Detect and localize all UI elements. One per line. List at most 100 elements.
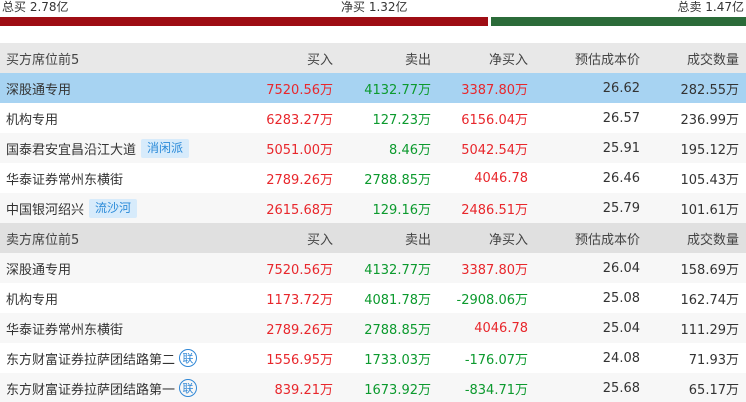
seat-name[interactable]: 深股通专用 bbox=[6, 79, 71, 98]
trader-alias-tag[interactable]: 流沙河 bbox=[89, 198, 138, 218]
cost-price: 26.62 bbox=[602, 80, 640, 96]
sell-amount: 4081.78万 bbox=[364, 292, 431, 308]
header-sell-amount[interactable]: 卖出 bbox=[405, 223, 431, 253]
net-amount: 4046.78 bbox=[474, 170, 528, 186]
header-sell-seats: 卖方席位前5 bbox=[6, 232, 80, 248]
header-buy-seats: 买方席位前5 bbox=[6, 52, 80, 68]
seat-name[interactable]: 机构专用 bbox=[6, 289, 58, 308]
trade-volume: 158.69万 bbox=[680, 262, 740, 278]
net-amount: 6156.04万 bbox=[461, 112, 528, 128]
seat-name-cell[interactable]: 华泰证券常州东横街 bbox=[6, 313, 123, 343]
cost-price: 26.04 bbox=[602, 260, 640, 276]
seat-name-cell[interactable]: 东方财富证券拉萨团结路第二联 bbox=[6, 343, 198, 373]
seat-name-cell[interactable]: 机构专用 bbox=[6, 103, 58, 133]
seat-name-cell[interactable]: 机构专用 bbox=[6, 283, 58, 313]
net-amount: 3387.80万 bbox=[461, 262, 528, 278]
trade-volume: 111.29万 bbox=[680, 322, 740, 338]
table-row[interactable]: 华泰证券常州东横街 2789.26万 2788.85万 4046.78 26.46 105… bbox=[0, 163, 746, 193]
sell-section-header: 卖方席位前5 买入 卖出 净买入 预估成本价 成交数量 bbox=[0, 223, 746, 253]
buy-amount: 1556.95万 bbox=[266, 352, 333, 368]
cost-price: 25.68 bbox=[602, 380, 640, 396]
seat-name-cell[interactable]: 东方财富证券拉萨团结路第一联 bbox=[6, 373, 198, 402]
seat-name[interactable]: 华泰证券常州东横街 bbox=[6, 319, 123, 338]
sell-amount: 1733.03万 bbox=[364, 352, 431, 368]
header-cost-price[interactable]: 预估成本价 bbox=[575, 223, 640, 253]
table-row[interactable]: 东方财富证券拉萨团结路第一联 839.21万 1673.92万 -834.71万 25.… bbox=[0, 373, 746, 402]
trade-volume: 105.43万 bbox=[680, 172, 740, 188]
sell-amount: 4132.77万 bbox=[364, 82, 431, 98]
buy-seat-rows: 深股通专用 7520.56万 4132.77万 3387.80万 26.62 282.55… bbox=[0, 73, 746, 223]
header-net-amount[interactable]: 净买入 bbox=[489, 223, 528, 253]
seat-name-cell[interactable]: 深股通专用 bbox=[6, 73, 71, 103]
cost-price: 25.08 bbox=[602, 290, 640, 306]
sell-amount: 8.46万 bbox=[389, 142, 431, 158]
buy-amount: 6283.27万 bbox=[266, 112, 333, 128]
seat-name[interactable]: 东方财富证券拉萨团结路第二 bbox=[6, 349, 175, 368]
trade-volume: 282.55万 bbox=[680, 82, 740, 98]
seat-name-cell[interactable]: 中国银河绍兴 流沙河 bbox=[6, 193, 138, 223]
header-buy-amount[interactable]: 买入 bbox=[307, 223, 333, 253]
net-amount: 3387.80万 bbox=[461, 82, 528, 98]
header-sell-amount[interactable]: 卖出 bbox=[405, 43, 431, 73]
cost-price: 26.46 bbox=[602, 170, 640, 186]
linked-seat-icon[interactable]: 联 bbox=[179, 349, 198, 367]
net-buy-label: 净买 1.32亿 bbox=[341, 0, 408, 14]
trade-volume: 65.17万 bbox=[688, 382, 739, 398]
buy-section-header: 买方席位前5 买入 卖出 净买入 预估成本价 成交数量 bbox=[0, 43, 746, 73]
sell-amount: 1673.92万 bbox=[364, 382, 431, 398]
header-buy-amount[interactable]: 买入 bbox=[307, 43, 333, 73]
seat-name[interactable]: 东方财富证券拉萨团结路第一 bbox=[6, 379, 175, 398]
table-row[interactable]: 中国银河绍兴 流沙河 2615.68万 129.16万 2486.51万 25.79 101… bbox=[0, 193, 746, 223]
header-volume[interactable]: 成交数量 bbox=[687, 43, 739, 73]
seat-name[interactable]: 机构专用 bbox=[6, 109, 58, 128]
seat-name-cell[interactable]: 华泰证券常州东横街 bbox=[6, 163, 123, 193]
net-amount: -176.07万 bbox=[464, 352, 528, 368]
net-amount: -834.71万 bbox=[464, 382, 528, 398]
table-row[interactable]: 深股通专用 7520.56万 4132.77万 3387.80万 26.04 158.69… bbox=[0, 253, 746, 283]
table-row[interactable]: 机构专用 6283.27万 127.23万 6156.04万 26.57 236.99万 bbox=[0, 103, 746, 133]
sell-amount: 127.23万 bbox=[372, 112, 432, 128]
seat-name[interactable]: 深股通专用 bbox=[6, 259, 71, 278]
trade-volume: 162.74万 bbox=[680, 292, 740, 308]
sell-seat-rows: 深股通专用 7520.56万 4132.77万 3387.80万 26.04 158.69… bbox=[0, 253, 746, 402]
buy-amount: 5051.00万 bbox=[266, 142, 333, 158]
header-cost-price[interactable]: 预估成本价 bbox=[575, 43, 640, 73]
table-row[interactable]: 国泰君安宜昌沿江大道 消闲派 5051.00万 8.46万 5042.54万 25.91 1… bbox=[0, 133, 746, 163]
seat-name-cell[interactable]: 国泰君安宜昌沿江大道 消闲派 bbox=[6, 133, 190, 163]
total-buy-label: 总买 2.78亿 bbox=[2, 0, 69, 14]
cost-price: 25.04 bbox=[602, 320, 640, 336]
table-row[interactable]: 东方财富证券拉萨团结路第二联 1556.95万 1733.03万 -176.07万 24… bbox=[0, 343, 746, 373]
cost-price: 24.08 bbox=[602, 350, 640, 366]
trade-volume: 195.12万 bbox=[680, 142, 740, 158]
seat-name[interactable]: 国泰君安宜昌沿江大道 bbox=[6, 139, 136, 158]
ratio-bar-buy-segment bbox=[0, 17, 488, 26]
net-amount: -2908.06万 bbox=[456, 292, 528, 308]
net-amount: 2486.51万 bbox=[461, 202, 528, 218]
trade-summary: 总买 2.78亿 净买 1.32亿 总卖 1.47亿 bbox=[0, 0, 746, 17]
cost-price: 26.57 bbox=[602, 110, 640, 126]
header-volume[interactable]: 成交数量 bbox=[687, 223, 739, 253]
seat-name[interactable]: 华泰证券常州东横街 bbox=[6, 169, 123, 188]
sell-amount: 2788.85万 bbox=[364, 322, 431, 338]
trade-volume: 236.99万 bbox=[680, 112, 740, 128]
table-row[interactable]: 华泰证券常州东横街 2789.26万 2788.85万 4046.78 25.04 111… bbox=[0, 313, 746, 343]
seat-name[interactable]: 中国银河绍兴 bbox=[6, 199, 84, 218]
net-amount: 4046.78 bbox=[474, 320, 528, 336]
table-row[interactable]: 深股通专用 7520.56万 4132.77万 3387.80万 26.62 282.55… bbox=[0, 73, 746, 103]
header-net-amount[interactable]: 净买入 bbox=[489, 43, 528, 73]
trader-alias-tag[interactable]: 消闲派 bbox=[141, 138, 190, 158]
buy-amount: 2789.26万 bbox=[266, 322, 333, 338]
seat-table: 买方席位前5 买入 卖出 净买入 预估成本价 成交数量 深股通专用 7520.56… bbox=[0, 43, 746, 402]
buy-sell-ratio-bar bbox=[0, 17, 746, 26]
buy-amount: 7520.56万 bbox=[266, 262, 333, 278]
net-amount: 5042.54万 bbox=[461, 142, 528, 158]
linked-seat-icon[interactable]: 联 bbox=[179, 379, 198, 397]
sell-amount: 129.16万 bbox=[372, 202, 432, 218]
table-row[interactable]: 机构专用 1173.72万 4081.78万 -2908.06万 25.08 162.74… bbox=[0, 283, 746, 313]
ratio-bar-sell-segment bbox=[490, 17, 746, 26]
sell-amount: 2788.85万 bbox=[364, 172, 431, 188]
trade-volume: 71.93万 bbox=[688, 352, 739, 368]
sell-amount: 4132.77万 bbox=[364, 262, 431, 278]
trade-volume: 101.61万 bbox=[680, 202, 740, 218]
seat-name-cell[interactable]: 深股通专用 bbox=[6, 253, 71, 283]
